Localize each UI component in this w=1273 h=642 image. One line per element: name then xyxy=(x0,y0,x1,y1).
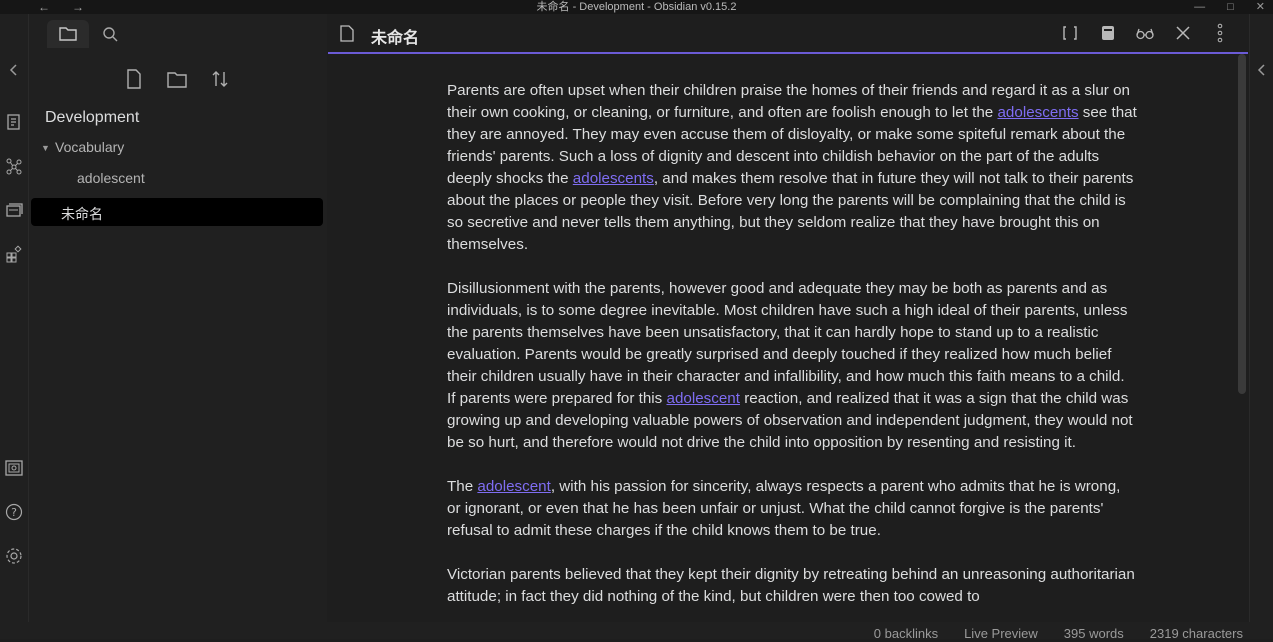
templates-icon[interactable] xyxy=(4,200,24,220)
new-note-icon[interactable] xyxy=(123,68,145,90)
note-content[interactable]: Parents are often upset when their child… xyxy=(447,80,1137,630)
file-icon xyxy=(340,25,354,42)
left-ribbon: ? xyxy=(0,14,29,622)
reading-view-icon[interactable] xyxy=(1135,23,1155,43)
right-ribbon xyxy=(1249,14,1273,622)
collapse-right-icon[interactable] xyxy=(1252,60,1272,80)
tab-search[interactable] xyxy=(91,20,133,48)
internal-link[interactable]: adolescent xyxy=(667,390,740,407)
link-bracket-icon[interactable] xyxy=(1060,23,1080,43)
maximize-icon[interactable]: □ xyxy=(1227,1,1234,13)
file-adolescent[interactable]: adolescent xyxy=(77,170,145,186)
sidebar-tabs xyxy=(29,18,327,48)
vault-root[interactable]: Development xyxy=(45,109,139,127)
sort-icon[interactable] xyxy=(209,68,231,90)
note-title[interactable]: 未命名 xyxy=(371,24,419,48)
window-title: 未命名 - Development - Obsidian v0.15.2 xyxy=(536,1,737,13)
plugins-icon[interactable] xyxy=(4,244,24,264)
text-run: Victorian parents believed that they kep… xyxy=(447,566,1135,605)
active-file-label: 未命名 xyxy=(61,206,103,222)
collapse-left-icon[interactable] xyxy=(4,60,24,80)
paragraph: Victorian parents believed that they kep… xyxy=(447,564,1137,608)
title-bar: ← → 未命名 - Development - Obsidian v0.15.2 … xyxy=(0,0,1273,14)
folder-vocabulary[interactable]: ▼ Vocabulary xyxy=(41,139,124,155)
internal-link[interactable]: adolescents xyxy=(997,104,1078,121)
minimize-icon[interactable]: — xyxy=(1194,1,1205,13)
paragraph: Disillusionment with the parents, howeve… xyxy=(447,278,1137,454)
graph-view-icon[interactable] xyxy=(4,156,24,176)
more-options-icon[interactable] xyxy=(1210,23,1230,43)
tab-file-explorer[interactable] xyxy=(47,20,89,48)
internal-link[interactable]: adolescents xyxy=(573,170,654,187)
collapse-triangle-icon[interactable]: ▼ xyxy=(41,143,55,153)
view-header: 未命名 xyxy=(328,14,1248,54)
status-bar: 0 backlinks Live Preview 395 words 2319 cha… xyxy=(0,622,1273,641)
svg-text:?: ? xyxy=(11,506,17,519)
close-tab-icon[interactable] xyxy=(1173,23,1193,43)
file-explorer-panel: Development ▼ Vocabulary adolescent 未命名 xyxy=(29,14,327,622)
help-icon[interactable]: ? xyxy=(4,502,24,522)
internal-link[interactable]: adolescent xyxy=(477,478,550,495)
editor-pane: 未命名 Parents are often upset when their c… xyxy=(328,14,1248,622)
bookmark-icon[interactable] xyxy=(1098,23,1118,43)
file-active[interactable]: 未命名 xyxy=(31,198,323,226)
new-folder-icon[interactable] xyxy=(166,68,188,90)
folder-label: Vocabulary xyxy=(55,139,125,155)
paragraph: Parents are often upset when their child… xyxy=(447,80,1137,256)
settings-icon[interactable] xyxy=(4,546,24,566)
quick-switcher-icon[interactable] xyxy=(4,112,24,132)
text-run: Disillusionment with the parents, howeve… xyxy=(447,280,1128,407)
text-run: The xyxy=(447,478,478,495)
view-actions xyxy=(1047,23,1230,45)
close-window-icon[interactable]: ✕ xyxy=(1256,1,1265,13)
explorer-toolbar xyxy=(29,62,327,96)
editor-scrollbar[interactable] xyxy=(1238,54,1246,394)
window-controls: — □ ✕ xyxy=(1172,0,1265,14)
vault-icon[interactable] xyxy=(4,458,24,478)
paragraph: The adolescent, with his passion for sin… xyxy=(447,476,1137,542)
